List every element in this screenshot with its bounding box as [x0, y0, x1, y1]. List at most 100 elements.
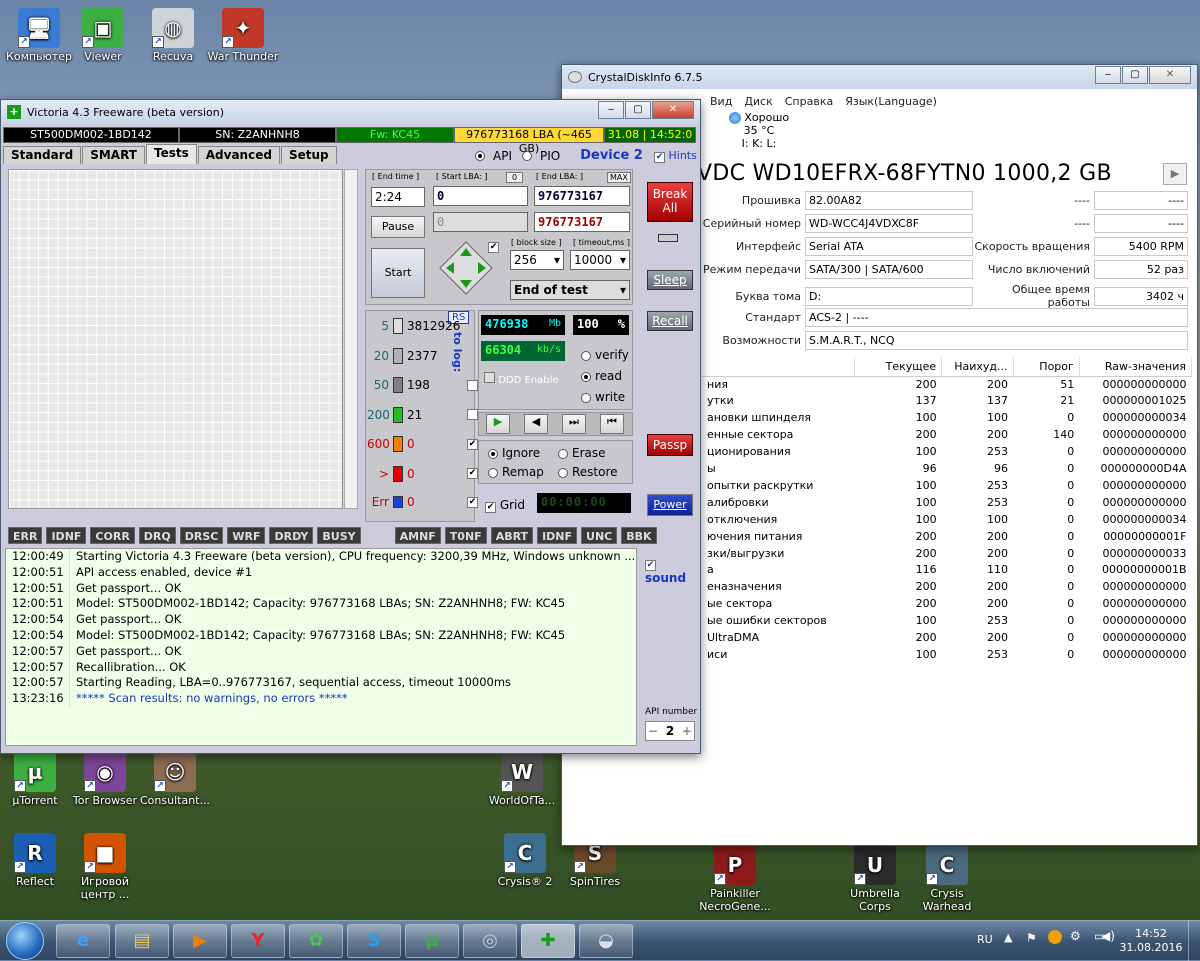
show-desktop-button[interactable] [1188, 921, 1200, 961]
end-button[interactable]: ⏮ [600, 414, 624, 434]
grid-toggle[interactable]: ✔ Grid [485, 498, 525, 513]
column-header[interactable]: Raw-значения [1079, 357, 1193, 377]
tray-app-icon[interactable] [1048, 930, 1062, 944]
crystaldiskinfo-titlebar[interactable]: CrystalDiskInfo 6.7.5 ‒ ▢ ✕ [562, 65, 1197, 89]
taskbar-victoria-icon[interactable]: ✚ [521, 924, 575, 958]
ddd-toggle[interactable]: DDD Enable [484, 372, 559, 386]
volume-icon[interactable]: ◀) [1101, 929, 1115, 943]
menu-language[interactable]: Язык(Language) [845, 95, 937, 108]
hints-toggle[interactable]: ✔ Hints [654, 149, 697, 163]
table-row[interactable]: утки 137 137 21 000000001025 [702, 393, 1192, 410]
desktop-icon[interactable]: P ↗ Painkiller NecroGene... [698, 845, 772, 913]
log-checkbox[interactable]: ✔ [467, 438, 478, 450]
table-row[interactable]: а 116 110 0 00000000001B [702, 562, 1192, 579]
ddd-checkbox[interactable] [484, 372, 495, 383]
desktop-icon[interactable]: ■ ↗ Игровой центр ... [68, 833, 142, 901]
desktop-icon[interactable]: W ↗ WorldOfTa... [485, 752, 559, 807]
start-lba-reset-button[interactable]: 0 [506, 172, 524, 183]
minimize-button[interactable]: ‒ [1095, 66, 1121, 84]
taskbar-utorrent-icon[interactable]: µ [405, 924, 459, 958]
table-row[interactable]: енные сектора 200 200 140 000000000000 [702, 427, 1192, 444]
menu-view[interactable]: Вид [710, 95, 732, 108]
maximize-button[interactable]: ▢ [1122, 66, 1148, 84]
table-row[interactable]: ционирования 100 253 0 000000000000 [702, 444, 1192, 461]
next-disk-button[interactable]: ▶ [1163, 163, 1187, 185]
log-checkbox[interactable] [467, 379, 478, 391]
advanced-checkbox[interactable]: ✔ [488, 242, 499, 253]
ignore-radio[interactable] [488, 448, 498, 459]
log-checkbox[interactable] [467, 409, 478, 420]
close-button[interactable]: ✕ [1149, 66, 1191, 84]
close-button[interactable]: ✕ [652, 101, 694, 119]
tab-tests[interactable]: Tests [145, 144, 197, 164]
tab-setup[interactable]: Setup [280, 146, 337, 164]
increment-icon[interactable]: + [682, 724, 692, 738]
api-number-stepper[interactable]: −2 + [645, 721, 695, 741]
sound-checkbox[interactable]: ✔ [645, 560, 656, 571]
table-row[interactable]: ые сектора 200 200 0 000000000000 [702, 596, 1192, 613]
taskbar-ie-icon[interactable]: e [56, 924, 110, 958]
start-button[interactable]: Start [371, 248, 425, 298]
remap-radio[interactable] [488, 467, 498, 478]
desktop-icon[interactable]: R ↗ Reflect [0, 833, 72, 888]
tab-advanced[interactable]: Advanced [197, 146, 280, 164]
smart-attributes-table[interactable]: Текущее Наихуд... Порог Raw-значения ния 200… [702, 357, 1193, 664]
read-radio[interactable] [581, 371, 591, 382]
direction-pad[interactable] [438, 240, 494, 296]
log-checkbox[interactable]: ✔ [467, 496, 478, 508]
erase-radio[interactable] [558, 448, 568, 459]
power-button[interactable]: Power [647, 494, 693, 516]
recall-button[interactable]: Recall [647, 311, 693, 331]
action-center-flag-icon[interactable]: ⚑ [1026, 931, 1037, 945]
table-row[interactable]: UltraDMA 200 200 0 000000000000 [702, 630, 1192, 647]
timeout-select[interactable]: 10000 ▾ [570, 250, 630, 270]
column-header[interactable]: Текущее [854, 357, 943, 377]
column-header[interactable] [702, 357, 856, 377]
pio-radio[interactable] [521, 150, 532, 161]
desktop-icon[interactable]: ✦ ↗ War Thunder [206, 8, 280, 63]
table-row[interactable]: ые ошибки секторов 100 253 0 000000000000 [702, 613, 1192, 630]
clock[interactable]: 14:52 31.08.2016 [1117, 927, 1185, 955]
taskbar-steam-icon[interactable]: ◎ [463, 924, 517, 958]
start-button[interactable] [6, 922, 44, 960]
passport-button[interactable]: Passp [647, 434, 693, 456]
table-row[interactable]: еназначения 200 200 0 000000000000 [702, 579, 1192, 596]
desktop-icon[interactable]: ◍ ↗ Recuva [136, 8, 210, 63]
write-radio[interactable] [581, 392, 591, 403]
grid-checkbox[interactable]: ✔ [485, 502, 496, 513]
menu-disk[interactable]: Диск [744, 95, 772, 108]
grid-scrollbar[interactable] [344, 169, 358, 509]
event-log[interactable]: 12:00:49 Starting Victoria 4.3 Freeware (… [5, 548, 637, 746]
restore-radio[interactable] [558, 467, 568, 478]
desktop-icon[interactable]: U ↗ Umbrella Corps [838, 845, 912, 913]
column-header[interactable]: Порог [1013, 357, 1080, 377]
table-row[interactable]: зки/выгрузки 200 200 0 000000000033 [702, 546, 1192, 563]
table-row[interactable]: ановки шпинделя 100 100 0 000000000034 [702, 410, 1192, 427]
table-row[interactable]: ы 96 96 0 000000000D4A [702, 461, 1192, 478]
taskbar-yandex-icon[interactable]: Y [231, 924, 285, 958]
taskbar-icq-icon[interactable]: ✿ [289, 924, 343, 958]
log-checkbox[interactable]: ✔ [467, 468, 478, 479]
language-indicator[interactable]: RU [977, 933, 993, 946]
maximize-button[interactable]: ▢ [625, 101, 651, 119]
play-button[interactable]: ▶ [486, 414, 510, 434]
table-row[interactable]: алибровки 100 253 0 000000000000 [702, 495, 1192, 512]
end-action-select[interactable]: End of test ▾ [510, 280, 630, 300]
sleep-button[interactable]: Sleep [647, 270, 693, 290]
victoria-titlebar[interactable]: + Victoria 4.3 Freeware (beta version) ‒… [1, 100, 700, 124]
victoria-window[interactable]: + Victoria 4.3 Freeware (beta version) ‒… [0, 99, 701, 754]
table-row[interactable]: опытки раскрутки 100 253 0 000000000000 [702, 478, 1192, 495]
break-all-button[interactable]: Break All [647, 182, 693, 222]
rewind-button[interactable]: ◀ [524, 414, 548, 434]
desktop-icon[interactable]: ☺ ↗ Consultant... [138, 752, 212, 807]
taskbar-explorer-icon[interactable]: ▤ [115, 924, 169, 958]
block-size-select[interactable]: 256 ▾ [510, 250, 564, 270]
desktop-icon[interactable]: ◉ ↗ Tor Browser [68, 752, 142, 807]
drive-status-button[interactable]: Хорошо 35 °C I: K: L: [724, 111, 794, 150]
minimize-button[interactable]: ‒ [598, 101, 624, 119]
verify-radio[interactable] [581, 350, 591, 361]
pause-button[interactable]: Pause [371, 216, 425, 238]
desktop-icon[interactable]: C ↗ Crysis® 2 [488, 833, 562, 888]
column-header[interactable]: Наихуд... [941, 357, 1014, 377]
table-row[interactable]: ния 200 200 51 000000000000 [702, 376, 1192, 393]
